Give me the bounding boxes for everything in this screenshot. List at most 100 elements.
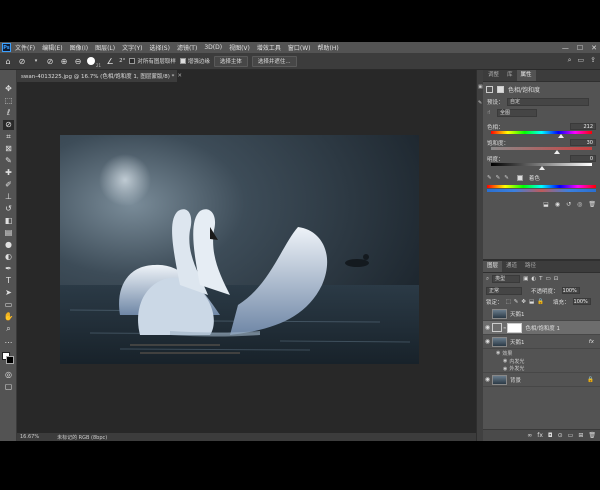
- opacity-value[interactable]: 100%: [561, 287, 580, 294]
- menu-file[interactable]: 文件(F): [15, 43, 35, 52]
- layer-row-swan-copy[interactable]: 天鹅1: [483, 307, 600, 321]
- menu-filter[interactable]: 滤镜(T): [177, 43, 197, 52]
- layer-mask-thumbnail[interactable]: [507, 322, 523, 333]
- target-adjust-icon[interactable]: ☝: [487, 110, 497, 116]
- brush-preview-icon[interactable]: [87, 57, 95, 65]
- search-icon[interactable]: ⌕: [568, 56, 572, 65]
- type-tool-icon[interactable]: T: [3, 276, 14, 286]
- hue-slider[interactable]: [491, 131, 592, 138]
- select-subject-button[interactable]: 选择主体: [213, 55, 248, 67]
- quick-select-tool-icon[interactable]: ⊘: [17, 56, 27, 66]
- tab-channels[interactable]: 通道: [502, 261, 521, 272]
- add-mask-icon[interactable]: ◘: [548, 432, 553, 439]
- fx-badge[interactable]: fx: [589, 339, 594, 345]
- tab-libraries[interactable]: 库: [503, 70, 517, 81]
- lightness-slider[interactable]: [491, 163, 592, 170]
- menu-layer[interactable]: 图层(L): [95, 43, 115, 52]
- close-tab-icon[interactable]: ✕: [177, 73, 182, 79]
- layer-row-hue-saturation[interactable]: ◉ ∞ 色相/饱和度 1: [483, 321, 600, 335]
- reset-icon[interactable]: ↺: [566, 201, 571, 208]
- tool-preset-chevron-icon[interactable]: ▾: [31, 56, 41, 66]
- blur-tool-icon[interactable]: ●: [3, 240, 14, 250]
- lock-artboard-icon[interactable]: ⬓: [529, 299, 534, 305]
- eyedropper-tool-icon[interactable]: ✎: [3, 156, 14, 166]
- quick-mask-icon[interactable]: ◎: [3, 370, 14, 380]
- menu-3d[interactable]: 3D(D): [204, 44, 222, 51]
- visibility-eye-icon[interactable]: ◉: [503, 366, 507, 372]
- lasso-tool-icon[interactable]: ℓ: [3, 108, 14, 118]
- canvas-area[interactable]: [17, 82, 476, 433]
- new-adjustment-icon[interactable]: ⊙: [558, 432, 563, 439]
- menu-help[interactable]: 帮助(H): [318, 43, 339, 52]
- lightness-value[interactable]: 0: [570, 155, 596, 162]
- tab-adjustments[interactable]: 调整: [484, 70, 503, 81]
- mask-icon[interactable]: [497, 85, 504, 93]
- fill-value[interactable]: 100%: [572, 298, 591, 305]
- frame-tool-icon[interactable]: ⊠: [3, 144, 14, 154]
- saturation-slider-thumb[interactable]: [553, 150, 560, 154]
- eyedropper-icon[interactable]: ✎: [487, 175, 492, 181]
- preset-select[interactable]: 自定: [507, 97, 589, 106]
- filter-smart-icon[interactable]: ⊡: [554, 276, 559, 282]
- healing-brush-tool-icon[interactable]: ✚: [3, 168, 14, 178]
- zoom-tool-icon[interactable]: ⌕: [3, 324, 14, 334]
- gradient-tool-icon[interactable]: ▤: [3, 228, 14, 238]
- colorize-checkbox[interactable]: [516, 174, 523, 181]
- lock-icon[interactable]: 🔒: [587, 377, 594, 383]
- layer-name[interactable]: 天鹅1: [510, 310, 525, 318]
- layer-row-background[interactable]: ◉ 背景 🔒: [483, 373, 600, 387]
- blend-mode-select[interactable]: 正常: [486, 286, 522, 295]
- angle-value[interactable]: 2°: [119, 58, 125, 64]
- layer-name[interactable]: 色相/饱和度 1: [525, 324, 560, 332]
- background-color-swatch[interactable]: [6, 356, 14, 364]
- marquee-tool-icon[interactable]: ⬚: [3, 96, 14, 106]
- layer-filter-select[interactable]: 类型: [492, 275, 521, 283]
- lock-paint-icon[interactable]: ✎: [514, 299, 519, 305]
- hand-tool-icon[interactable]: ✋: [3, 312, 14, 322]
- hue-value[interactable]: 212: [570, 123, 596, 130]
- lightness-slider-thumb[interactable]: [538, 166, 545, 170]
- rectangle-tool-icon[interactable]: ▭: [3, 300, 14, 310]
- effect-outer-glow-row[interactable]: ◉ 外发光: [483, 365, 600, 373]
- brush-tool-icon[interactable]: ✐: [3, 180, 14, 190]
- menu-select[interactable]: 选择(S): [149, 43, 170, 52]
- toggle-visibility-icon[interactable]: ◎: [577, 201, 582, 208]
- saturation-value[interactable]: 30: [570, 139, 596, 146]
- new-layer-icon[interactable]: ⊞: [578, 432, 583, 439]
- visibility-eye-icon[interactable]: ◉: [483, 338, 492, 345]
- visibility-eye-icon[interactable]: ◉: [496, 350, 500, 356]
- channel-select[interactable]: 全图: [497, 108, 537, 117]
- maximize-button[interactable]: ☐: [577, 44, 583, 52]
- document-tab[interactable]: swan-4013225.jpg @ 16.7% (色相/饱和度 1, 图层蒙版…: [17, 70, 182, 82]
- new-group-icon[interactable]: ▭: [568, 432, 574, 439]
- menu-window[interactable]: 窗口(W): [288, 43, 311, 52]
- document-info[interactable]: 未标记的 RGB (8bpc): [57, 434, 107, 441]
- enhance-edge-box[interactable]: [179, 58, 186, 64]
- share-icon[interactable]: ⇪: [590, 56, 596, 65]
- eraser-tool-icon[interactable]: ◧: [3, 216, 14, 226]
- view-previous-icon[interactable]: ◉: [555, 201, 560, 208]
- menu-plugins[interactable]: 增效工具: [257, 43, 281, 52]
- menu-image[interactable]: 图像(I): [70, 43, 88, 52]
- screen-mode-icon[interactable]: ▢: [3, 382, 14, 392]
- menu-view[interactable]: 视图(V): [229, 43, 250, 52]
- new-selection-icon[interactable]: ⊘: [45, 56, 55, 66]
- path-select-tool-icon[interactable]: ➤: [3, 288, 14, 298]
- select-and-mask-button[interactable]: 选择并遮住...: [251, 55, 297, 67]
- visibility-eye-icon[interactable]: ◉: [483, 376, 492, 383]
- delete-layer-icon[interactable]: 🗑: [588, 432, 596, 439]
- layer-name[interactable]: 天鹅1: [510, 338, 525, 346]
- clone-stamp-tool-icon[interactable]: ⊥: [3, 192, 14, 202]
- saturation-slider[interactable]: [491, 147, 592, 154]
- link-layers-icon[interactable]: ∞: [527, 432, 532, 439]
- minimize-button[interactable]: —: [562, 44, 569, 52]
- lock-position-icon[interactable]: ✥: [521, 299, 526, 305]
- layer-name[interactable]: 背景: [510, 376, 521, 384]
- more-tools-icon[interactable]: …: [3, 336, 14, 346]
- menu-type[interactable]: 文字(Y): [122, 43, 142, 52]
- sample-all-layers-box[interactable]: [129, 58, 136, 64]
- add-selection-icon[interactable]: ⊕: [59, 56, 69, 66]
- subtract-selection-icon[interactable]: ⊖: [73, 56, 83, 66]
- close-button[interactable]: ✕: [591, 44, 597, 52]
- brush-settings-icon[interactable]: ✎: [478, 100, 482, 106]
